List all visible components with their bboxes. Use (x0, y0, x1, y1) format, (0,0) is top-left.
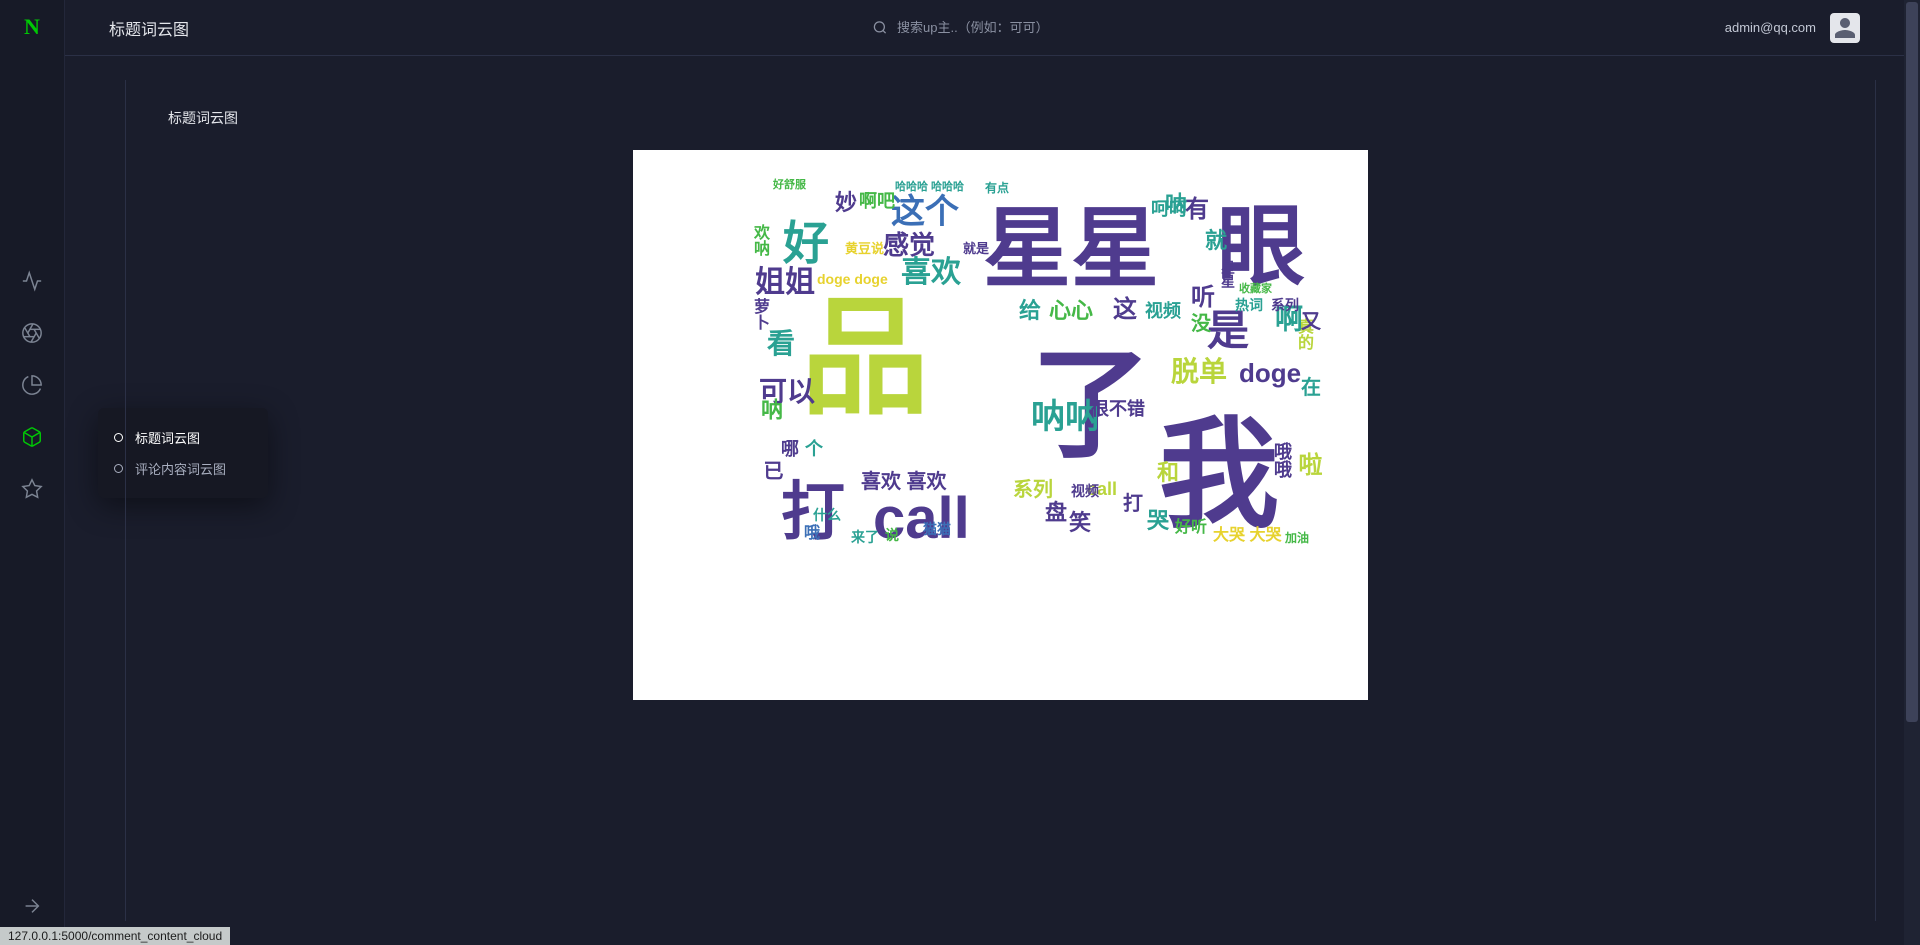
avatar[interactable] (1830, 13, 1860, 43)
wordcloud-word: 欢呐 (751, 224, 767, 256)
wordcloud-word: 萝卜 (751, 298, 767, 330)
bullet-icon (114, 464, 123, 473)
wordcloud-word: 猫猫 (923, 522, 951, 536)
aperture-icon[interactable] (21, 322, 43, 344)
wordcloud-word: 看 (767, 330, 795, 358)
wordcloud-word: 这个 (891, 195, 959, 229)
wordcloud-word: 系列 (1271, 298, 1299, 312)
wordcloud-word: 啊吧 (859, 192, 895, 210)
wordcloud-word: 呐呐 (1031, 400, 1099, 434)
pie-chart-icon[interactable] (21, 374, 43, 396)
user-icon (1833, 16, 1857, 40)
wordcloud-word: 品 (801, 295, 929, 423)
rail-icon-list (21, 270, 43, 500)
wordcloud-word: 哪 (781, 440, 799, 458)
wordcloud-word: 什么 (813, 508, 841, 522)
wordcloud-word: 加油 (1285, 532, 1309, 544)
wordcloud-word: 感觉 (883, 232, 935, 258)
search-input[interactable] (897, 20, 1097, 35)
wordcloud-word: 星星 (983, 205, 1159, 293)
bullet-icon (114, 433, 123, 442)
wordcloud-word: 听 (1191, 286, 1215, 310)
topbar: 标题词云图 admin@qq.com (65, 0, 1904, 56)
wordcloud-word: 在 (1301, 378, 1321, 398)
wordcloud-word: 哭 (1147, 510, 1169, 532)
wordcloud-word: 就 (1205, 230, 1227, 252)
wordcloud-word: 就是 (963, 242, 989, 255)
wordcloud-word: 又 (1301, 312, 1321, 332)
content-card: 标题词云图 星星眼了我品打call好这个感觉喜欢姐姐doge doge看可以喜欢… (125, 80, 1876, 921)
wordcloud-word: 这 (1113, 298, 1137, 322)
status-bar: 127.0.0.1:5000/comment_content_cloud (0, 927, 230, 945)
star-icon[interactable] (21, 478, 43, 500)
wordcloud-word: 热词 (1235, 298, 1263, 312)
search-icon (872, 20, 887, 35)
wordcloud-word: 和 (1157, 462, 1179, 484)
wordcloud-word: doge doge (817, 272, 888, 286)
wordcloud-word: doge (1239, 360, 1301, 386)
wordcloud-word: 已 (761, 460, 781, 480)
wordcloud-word: 视频 (1071, 484, 1099, 498)
wordcloud-word: 心心 (1049, 300, 1093, 322)
card-title: 标题词云图 (168, 108, 1851, 128)
wordcloud-word: 大哭 大哭 (1213, 528, 1281, 544)
box-icon[interactable] (21, 426, 43, 448)
wordcloud-word: 喜欢 喜欢 (861, 472, 947, 492)
wordcloud-word: 收藏家 (1239, 284, 1272, 295)
wordcloud-word: 有 (1185, 198, 1209, 222)
wordcloud-word: 脱单 (1171, 358, 1227, 386)
wordcloud-word: 视频 (1145, 302, 1181, 320)
wordcloud-word: 哈哈哈 哈哈哈 (895, 182, 964, 193)
wordcloud-word: 个 (805, 440, 823, 458)
wordcloud-word: 好 (783, 220, 829, 266)
wordcloud-word: 星星 (1221, 260, 1235, 288)
arrow-right-icon[interactable] (21, 895, 43, 917)
wordcloud-word: 黄豆说 (845, 242, 884, 255)
wordcloud-word: 很不错 (1091, 400, 1145, 418)
wordcloud-word: 打 (1123, 494, 1143, 514)
page-title: 标题词云图 (109, 16, 189, 40)
wordcloud-word: 喜欢 (901, 258, 961, 288)
wordcloud-canvas: 星星眼了我品打call好这个感觉喜欢姐姐doge doge看可以喜欢 喜欢呐呐很… (633, 150, 1368, 700)
scrollbar-thumb[interactable] (1906, 2, 1918, 722)
wordcloud-word: 给 (1019, 300, 1041, 322)
user-area[interactable]: admin@qq.com (1725, 13, 1860, 43)
wordcloud-wrap: 星星眼了我品打call好这个感觉喜欢姐姐doge doge看可以喜欢 喜欢呐呐很… (150, 150, 1851, 700)
activity-icon[interactable] (21, 270, 43, 292)
wordcloud-word: 说 (885, 528, 899, 542)
wordcloud-word: 哦哦 (1273, 442, 1291, 478)
wordcloud-word: 呐 (1163, 192, 1185, 214)
wordcloud-word: 是 (1207, 310, 1249, 352)
wordcloud-word: 系列 (1013, 480, 1053, 500)
wordcloud-word: 妙 (835, 192, 857, 214)
wordcloud-word: 没 (1191, 314, 1211, 334)
wordcloud-word: 笑 (1069, 512, 1091, 534)
wordcloud-word: 姐姐 (755, 268, 815, 298)
user-email: admin@qq.com (1725, 20, 1816, 35)
wordcloud-word: 好听 (1175, 520, 1207, 536)
wordcloud-word: 好舒服 (773, 180, 806, 191)
wordcloud-word: 盘 (1045, 502, 1067, 524)
wordcloud-word: 哦 (801, 524, 817, 540)
brand-logo[interactable]: N (24, 14, 40, 40)
scrollbar-track[interactable] (1904, 0, 1920, 945)
sidebar-rail: N (0, 0, 65, 945)
wordcloud-word: 有点 (985, 182, 1009, 194)
wordcloud-word: 呐 (759, 398, 781, 420)
wordcloud-word: 啦 (1295, 452, 1319, 476)
wordcloud-word: 来了 (851, 530, 879, 544)
search-box[interactable] (872, 20, 1097, 35)
